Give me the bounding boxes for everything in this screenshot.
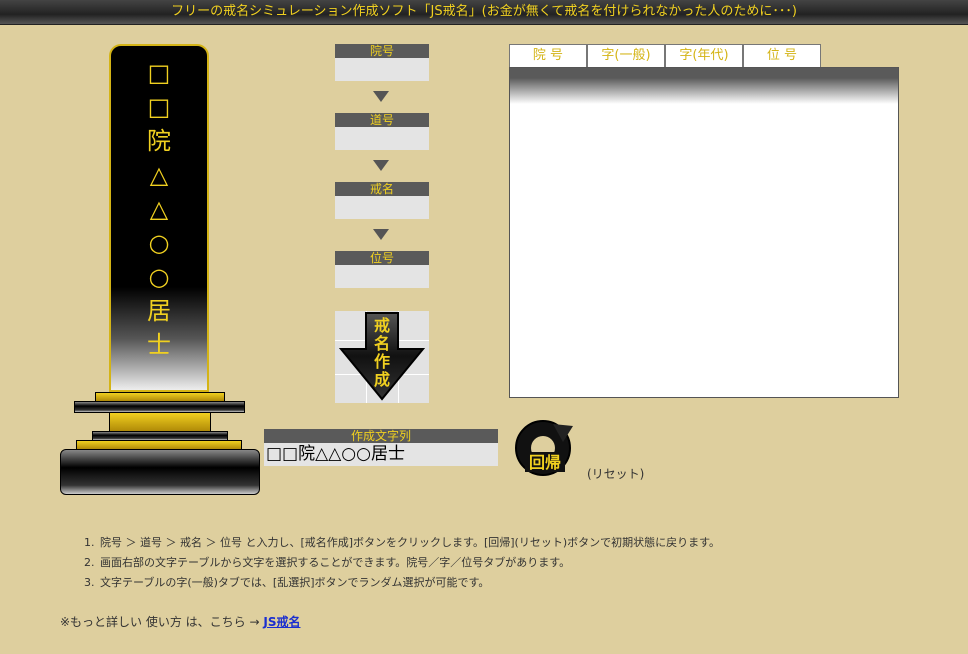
arrow-down-icon bbox=[373, 160, 389, 171]
app-title-bar: フリーの戒名シミュレーション作成ソフト「JS戒名」(お金が無くて戒名を付けられな… bbox=[0, 0, 968, 25]
footer: ※もっと詳しい 使い方 は、こちら → JS戒名 bbox=[60, 613, 301, 630]
character-table[interactable] bbox=[509, 67, 899, 398]
dougou-field[interactable] bbox=[335, 127, 429, 150]
tab-ji-general[interactable]: 字(一般) bbox=[587, 44, 665, 67]
igou-field[interactable] bbox=[335, 265, 429, 288]
tablet-body: □ □ 院 △ △ ○ ○ 居 士 bbox=[109, 44, 209, 392]
result-label: 作成文字列 bbox=[264, 429, 498, 443]
tab-igou[interactable]: 位 号 bbox=[743, 44, 821, 67]
kaimyou-field[interactable] bbox=[335, 196, 429, 219]
tab-ji-era[interactable]: 字(年代) bbox=[665, 44, 743, 67]
instruction-item: 文字テーブルの字(一般)タブでは、[乱選択]ボタンでランダム選択が可能です。 bbox=[98, 573, 720, 593]
create-kaimyou-button[interactable]: 戒名作成 bbox=[335, 311, 429, 403]
dougou-label: 道号 bbox=[335, 113, 429, 127]
reset-circular-arrow-icon: 回帰 bbox=[515, 420, 573, 476]
reset-button[interactable]: 回帰 bbox=[513, 418, 577, 478]
footer-text: ※もっと詳しい 使い方 は、こちら → bbox=[60, 615, 260, 629]
ingou-label: 院号 bbox=[335, 44, 429, 58]
tablet-char: □ bbox=[147, 93, 171, 121]
instruction-item: 院号 ＞ 道号 ＞ 戒名 ＞ 位号 と入力し、[戒名作成]ボタンをクリックします… bbox=[98, 533, 720, 553]
tablet-char: ○ bbox=[148, 263, 170, 291]
instruction-item: 画面右部の文字テーブルから文字を選択することができます。院号／字／位号タブがあり… bbox=[98, 553, 720, 573]
tab-ingou[interactable]: 院 号 bbox=[509, 44, 587, 67]
arrow-down-icon bbox=[373, 91, 389, 102]
tablet-char: 院 bbox=[147, 127, 171, 155]
tablet-char: △ bbox=[149, 161, 169, 189]
usage-link[interactable]: JS戒名 bbox=[263, 615, 300, 629]
reset-caption: (リセット) bbox=[587, 467, 645, 481]
arrow-down-icon bbox=[373, 229, 389, 240]
create-button-label: 戒名作成 bbox=[373, 316, 390, 389]
tablet-base-gold-2 bbox=[109, 412, 211, 432]
tablet-char: △ bbox=[149, 195, 169, 223]
tablet-char: 居 bbox=[147, 297, 171, 325]
tablet-char: ○ bbox=[148, 229, 170, 257]
kaimyou-label: 戒名 bbox=[335, 182, 429, 196]
instructions-list: 院号 ＞ 道号 ＞ 戒名 ＞ 位号 と入力し、[戒名作成]ボタンをクリックします… bbox=[60, 533, 720, 593]
tablet-pedestal bbox=[60, 449, 260, 495]
tablet-char: 士 bbox=[147, 331, 171, 359]
reset-button-label: 回帰 bbox=[529, 453, 561, 472]
app-title: フリーの戒名シミュレーション作成ソフト「JS戒名」(お金が無くて戒名を付けられな… bbox=[171, 4, 797, 19]
tablet-inscription: □ □ 院 △ △ ○ ○ 居 士 bbox=[111, 56, 207, 362]
result-string: □□院△△○○居士 bbox=[264, 443, 498, 466]
tablet-char: □ bbox=[147, 59, 171, 87]
ingou-field[interactable] bbox=[335, 58, 429, 81]
igou-label: 位号 bbox=[335, 251, 429, 265]
